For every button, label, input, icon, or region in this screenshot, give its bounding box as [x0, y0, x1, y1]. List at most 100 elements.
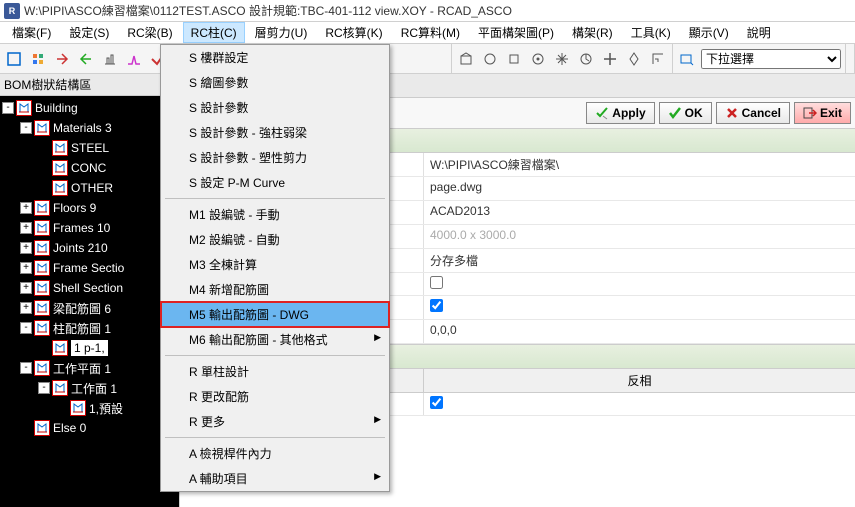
property-value[interactable]: page.dwg [423, 177, 855, 200]
tree-toggle-icon[interactable]: + [20, 302, 32, 314]
exit-button[interactable]: Exit [794, 102, 851, 124]
submenu-arrow-icon: ▶ [374, 471, 381, 482]
menu-item[interactable]: RC算料(M) [393, 22, 468, 43]
menu-item[interactable]: RC核算(K) [317, 22, 390, 43]
menu-item[interactable]: S 繪圖參數 [161, 70, 389, 95]
tree-toggle-icon[interactable]: - [20, 362, 32, 374]
tree-node[interactable]: -工作平面 1 [2, 358, 177, 378]
property-value[interactable]: W:\PIPI\ASCO練習檔案\ [423, 153, 855, 176]
tree-node[interactable]: -Materials 3 [2, 118, 177, 138]
menu-item[interactable]: M3 全棟計算 [161, 252, 389, 277]
tool-icon[interactable] [456, 49, 476, 69]
menu-item[interactable]: 層剪力(U) [247, 22, 316, 43]
property-value[interactable]: 0,0,0 [423, 320, 855, 343]
tree-toggle-icon[interactable]: + [20, 222, 32, 234]
tool-icon[interactable] [28, 49, 48, 69]
property-value[interactable] [423, 296, 855, 319]
menu-item[interactable]: S 設計參數 [161, 95, 389, 120]
menu-item[interactable]: 顯示(V) [681, 22, 737, 43]
menu-item[interactable]: M1 設編號 - 手動 [161, 202, 389, 227]
tree-toggle-icon[interactable]: + [20, 282, 32, 294]
menu-item[interactable]: 設定(S) [61, 22, 117, 43]
tool-icon[interactable] [52, 49, 72, 69]
tool-icon[interactable] [124, 49, 144, 69]
cancel-button[interactable]: Cancel [716, 102, 790, 124]
tool-icon[interactable] [624, 49, 644, 69]
tree-node[interactable]: -Building [2, 98, 177, 118]
tree-node-icon [52, 180, 68, 196]
menu-item[interactable]: S 設定 P-M Curve [161, 170, 389, 195]
tool-icon[interactable] [600, 49, 620, 69]
property-value[interactable]: 4000.0 x 3000.0 [423, 225, 855, 248]
tree-node[interactable]: + Joints 210 [2, 238, 177, 258]
menu-item[interactable]: S 樓群設定 [161, 45, 389, 70]
tool-icon[interactable] [576, 49, 596, 69]
tree-node[interactable]: +Shell Section [2, 278, 177, 298]
menu-item[interactable]: RC柱(C) [183, 22, 245, 43]
tree-node-label: Frame Sectio [53, 261, 124, 275]
tree-node[interactable]: Else 0 [2, 418, 177, 438]
tree-toggle-icon[interactable]: - [2, 102, 14, 114]
tree-toggle-icon[interactable]: + [20, 262, 32, 274]
menu-item[interactable]: 構架(R) [564, 22, 621, 43]
tree-toggle-icon[interactable]: - [20, 322, 32, 334]
menu-item[interactable]: M5 輸出配筋圖 - DWG [160, 301, 390, 328]
menu-item[interactable]: M2 設編號 - 自動 [161, 227, 389, 252]
menu-item[interactable]: M4 新增配筋圖 [161, 277, 389, 302]
tree-toggle-icon[interactable]: + [20, 242, 32, 254]
tool-icon[interactable] [4, 49, 24, 69]
tool-icon[interactable] [552, 49, 572, 69]
tree-node[interactable]: + Frame Sectio [2, 258, 177, 278]
menu-item[interactable]: M6 輸出配筋圖 - 其他格式▶ [161, 327, 389, 352]
tool-icon[interactable] [480, 49, 500, 69]
tree-node[interactable]: STEEL [2, 138, 177, 158]
tree-node[interactable]: +Frames 10 [2, 218, 177, 238]
tree-toggle-icon[interactable]: - [38, 382, 50, 394]
grid-cell[interactable] [423, 393, 855, 415]
bom-tree[interactable]: -Building-Materials 3STEELCONCOTHER+Floo… [0, 96, 179, 507]
menu-item[interactable]: 檔案(F) [4, 22, 59, 43]
property-value[interactable]: 分存多檔 [423, 249, 855, 272]
menu-item[interactable]: R 更多▶ [161, 409, 389, 434]
window-title: W:\PIPI\ASCO練習檔案\0112TEST.ASCO 設計規範:TBC-… [24, 2, 512, 19]
tool-icon[interactable] [76, 49, 96, 69]
tool-icon[interactable] [100, 49, 120, 69]
checkbox[interactable] [430, 299, 443, 312]
tree-toggle-icon[interactable]: - [20, 122, 32, 134]
tree-node-icon [34, 360, 50, 376]
menu-item[interactable]: A 輔助項目▶ [161, 466, 389, 491]
tool-icon[interactable] [648, 49, 668, 69]
menu-item[interactable]: A 檢視桿件內力 [161, 441, 389, 466]
tree-node[interactable]: +梁配筋圖 6 [2, 298, 177, 318]
grid-header[interactable]: 反相 [423, 369, 855, 392]
checkbox[interactable] [430, 276, 443, 289]
menu-item[interactable]: 工具(K) [623, 22, 679, 43]
tree-toggle-icon[interactable]: + [20, 202, 32, 214]
menu-item[interactable]: 說明 [739, 22, 779, 43]
tree-node[interactable]: - 柱配筋圖 1 [2, 318, 177, 338]
checkbox[interactable] [430, 396, 443, 409]
menu-item[interactable]: S 設計參數 - 強柱弱梁 [161, 120, 389, 145]
menu-separator [165, 355, 385, 356]
tree-node[interactable]: -工作面 1 [2, 378, 177, 398]
layer-select[interactable]: 下拉選擇 [701, 49, 841, 69]
tree-node[interactable]: OTHER [2, 178, 177, 198]
menu-item[interactable]: R 更改配筋 [161, 384, 389, 409]
tree-node-label: Joints 210 [53, 241, 108, 255]
tree-node[interactable]: 1 p-1, [2, 338, 177, 358]
menu-item[interactable]: R 單柱設計 [161, 359, 389, 384]
tool-icon[interactable] [528, 49, 548, 69]
tree-node[interactable]: 1,預設 [2, 398, 177, 418]
menu-item[interactable]: S 設計參數 - 塑性剪力 [161, 145, 389, 170]
tree-node-label: 柱配筋圖 1 [53, 320, 111, 337]
menu-item[interactable]: RC梁(B) [119, 22, 180, 43]
apply-button[interactable]: Apply [586, 102, 654, 124]
dropdown-icon[interactable] [677, 49, 697, 69]
ok-button[interactable]: OK [659, 102, 712, 124]
property-value[interactable]: ACAD2013 [423, 201, 855, 224]
tool-icon[interactable] [504, 49, 524, 69]
tree-node[interactable]: CONC [2, 158, 177, 178]
tree-node[interactable]: +Floors 9 [2, 198, 177, 218]
menu-item[interactable]: 平面構架圖(P) [470, 22, 562, 43]
property-value[interactable] [423, 273, 855, 295]
